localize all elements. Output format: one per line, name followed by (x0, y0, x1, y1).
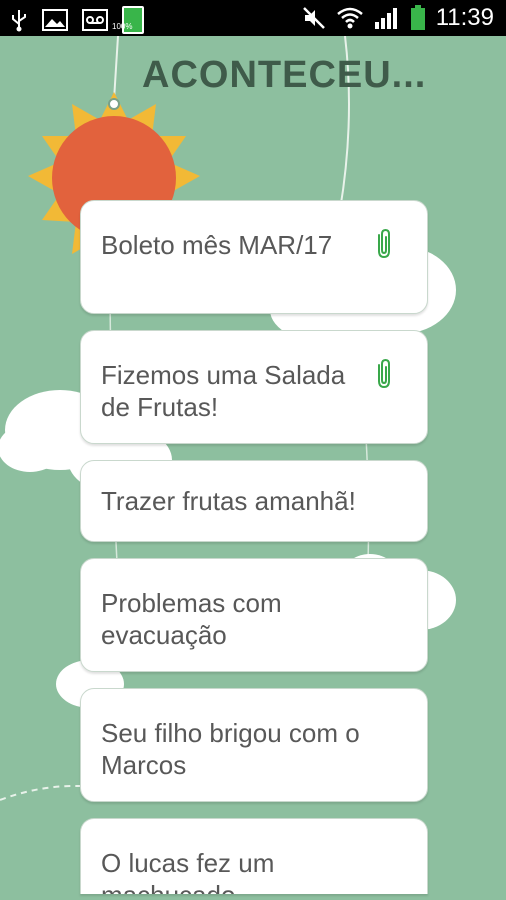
mute-icon (302, 7, 325, 29)
page-title: ACONTECEU... (142, 54, 427, 96)
item-label: Boleto mês MAR/17 (101, 230, 333, 260)
item-label: Trazer frutas amanhã! (101, 486, 356, 516)
usb-icon (12, 10, 26, 32)
voicemail-icon (82, 9, 108, 31)
wifi-icon (336, 7, 363, 29)
list-item-brigou[interactable]: Seu filho brigou com o Marcos (80, 688, 428, 802)
item-label: O lucas fez um machucado (101, 848, 275, 894)
clock: 11:39 (435, 4, 494, 31)
item-label: Fizemos uma Salada de Frutas! (101, 360, 346, 422)
battery-percent: 100% (112, 22, 133, 31)
paperclip-icon (378, 228, 390, 259)
status-bar: 100% 11:39 (0, 0, 506, 36)
item-label: Problemas com evacuação (101, 588, 282, 650)
paperclip-icon (378, 358, 390, 389)
list-item-salada[interactable]: Fizemos uma Salada de Frutas! (80, 330, 428, 444)
image-icon (42, 9, 68, 31)
list-item-machucado[interactable]: O lucas fez um machucado (80, 818, 428, 894)
list-item-boleto[interactable]: Boleto mês MAR/17 (80, 200, 428, 314)
signal-icon (374, 8, 397, 29)
list-item-frutas[interactable]: Trazer frutas amanhã! (80, 460, 428, 542)
list-item-evacuacao[interactable]: Problemas com evacuação (80, 558, 428, 672)
battery-icon (410, 5, 425, 30)
item-label: Seu filho brigou com o Marcos (101, 718, 360, 780)
